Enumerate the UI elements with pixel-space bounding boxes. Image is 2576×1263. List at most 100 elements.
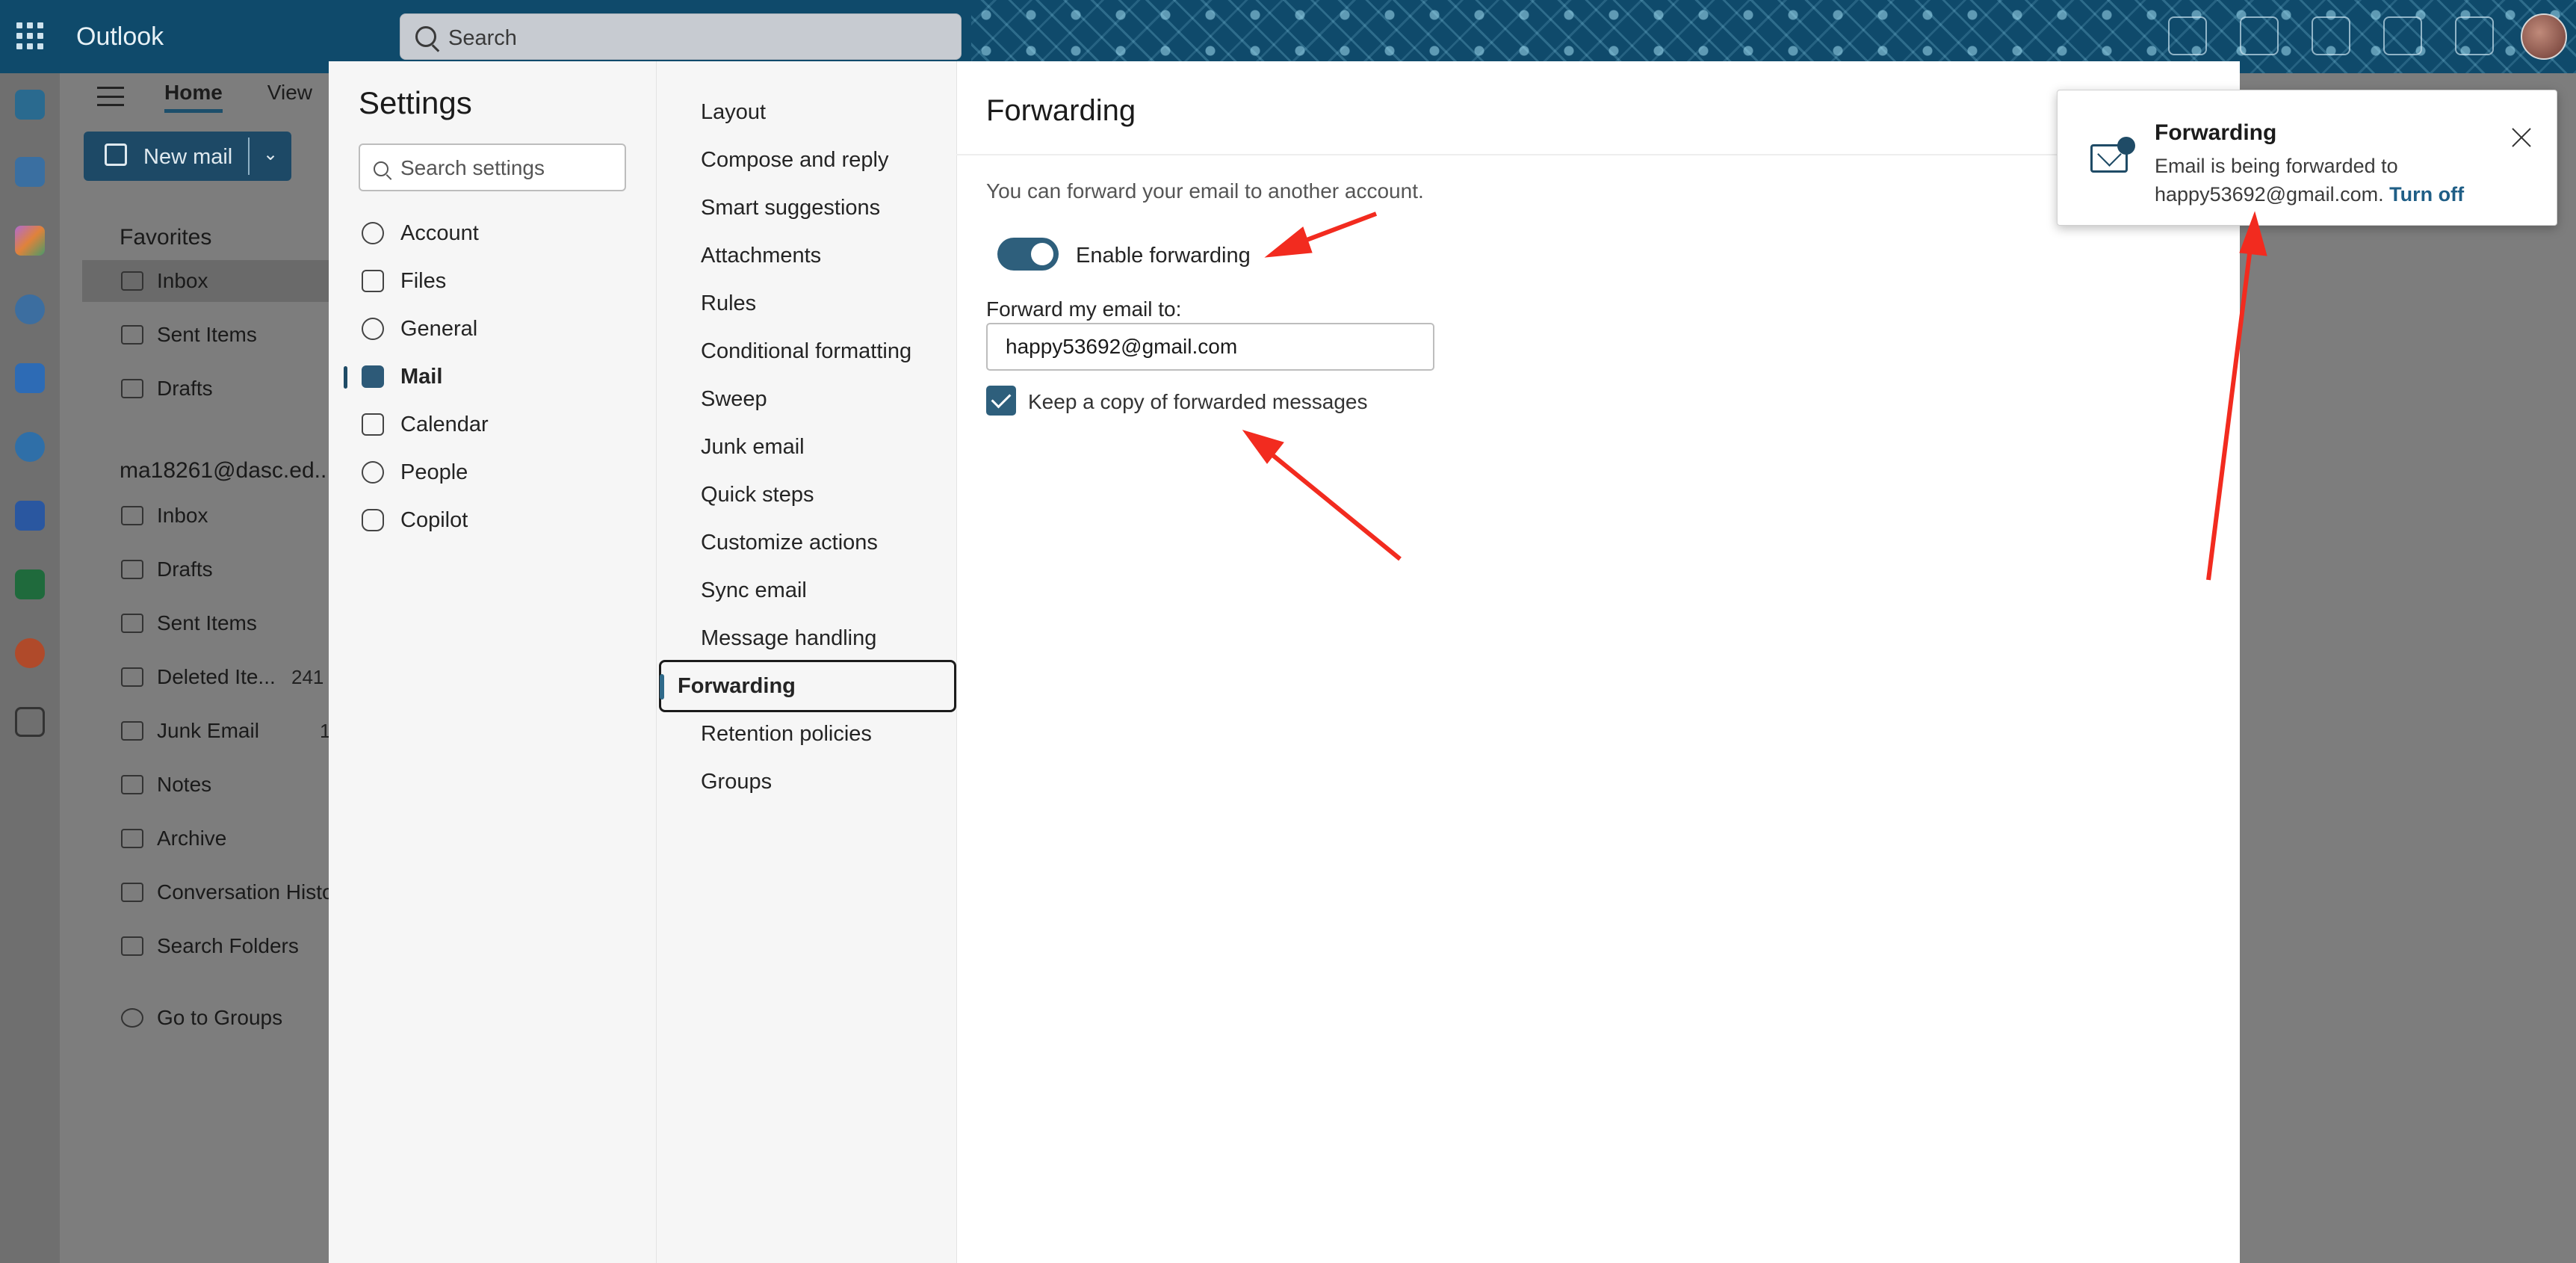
- category-label: Copilot: [400, 507, 468, 532]
- calendar-app-icon[interactable]: [15, 157, 45, 187]
- section-layout[interactable]: Layout: [678, 88, 974, 136]
- global-search-box[interactable]: Search: [400, 13, 962, 60]
- tab-view[interactable]: View: [267, 81, 312, 113]
- onenote-icon[interactable]: [2240, 16, 2279, 55]
- folder-label: Deleted Ite...: [157, 665, 276, 688]
- copilot-app-icon[interactable]: [15, 226, 45, 256]
- forward-badge-icon: [2117, 137, 2135, 155]
- toast-title: Forwarding: [2155, 120, 2277, 145]
- category-label: People: [400, 460, 468, 484]
- todo-icon[interactable]: [2312, 16, 2350, 55]
- chevron-down-icon[interactable]: ⌄: [263, 143, 278, 165]
- title-divider: [956, 154, 2240, 155]
- keep-copy-checkbox[interactable]: [986, 386, 1016, 416]
- word-app-icon[interactable]: [15, 501, 45, 531]
- section-sweep[interactable]: Sweep: [678, 375, 974, 423]
- junk-icon: [121, 721, 143, 741]
- more-apps-icon[interactable]: [15, 707, 45, 737]
- new-mail-button[interactable]: New mail ⌄: [84, 132, 291, 181]
- folder-conversation-history[interactable]: Conversation Histo: [82, 871, 336, 913]
- folder-favorites-drafts[interactable]: Drafts: [82, 368, 336, 410]
- keep-copy-label: Keep a copy of forwarded messages: [1028, 390, 1368, 413]
- section-attachments[interactable]: Attachments: [678, 232, 974, 280]
- section-groups[interactable]: Groups: [678, 758, 974, 806]
- category-mail[interactable]: Mail: [329, 354, 656, 399]
- section-junk-email[interactable]: Junk email: [678, 423, 974, 471]
- folder-search-folders[interactable]: Search Folders: [82, 925, 336, 967]
- settings-search-box[interactable]: [359, 143, 626, 191]
- groups-icon: [121, 1008, 143, 1028]
- todo-app-icon[interactable]: [15, 363, 45, 393]
- section-compose-and-reply[interactable]: Compose and reply: [678, 136, 974, 184]
- section-sync-email[interactable]: Sync email: [678, 566, 974, 614]
- settings-search-input[interactable]: [400, 155, 617, 181]
- toast-body: Email is being forwarded to happy53692@g…: [2155, 152, 2513, 209]
- ribbon-tabs: Home View: [164, 81, 312, 113]
- folder-junk-email[interactable]: Junk Email 1: [82, 710, 336, 752]
- section-message-handling[interactable]: Message handling: [678, 614, 974, 662]
- app-launcher-icon[interactable]: [16, 22, 43, 49]
- account-label: ma18261@dasc.ed...: [120, 458, 333, 483]
- inbox-icon: [121, 271, 143, 291]
- tab-home[interactable]: Home: [164, 81, 223, 113]
- section-quick-steps[interactable]: Quick steps: [678, 471, 974, 519]
- category-label: General: [400, 316, 478, 341]
- folder-favorites-inbox[interactable]: Inbox: [82, 260, 336, 302]
- category-copilot[interactable]: Copilot: [329, 498, 656, 543]
- folder-inbox[interactable]: Inbox: [82, 495, 336, 537]
- section-conditional-formatting[interactable]: Conditional formatting: [678, 327, 974, 375]
- forward-to-label: Forward my email to:: [986, 297, 1182, 321]
- favorites-group[interactable]: Favorites: [82, 217, 336, 259]
- onedrive-app-icon[interactable]: [15, 432, 45, 462]
- mail-app-icon[interactable]: [15, 90, 45, 120]
- go-to-groups-link[interactable]: Go to Groups: [82, 997, 336, 1039]
- category-calendar[interactable]: Calendar: [329, 402, 656, 447]
- folder-notes[interactable]: Notes: [82, 764, 336, 806]
- category-label: Files: [400, 268, 447, 293]
- bell-icon[interactable]: [2383, 16, 2422, 55]
- section-rules[interactable]: Rules: [678, 280, 974, 327]
- search-icon: [415, 26, 436, 47]
- powerpoint-app-icon[interactable]: [15, 638, 45, 668]
- forward-to-input[interactable]: [986, 323, 1434, 371]
- meet-now-icon[interactable]: [2168, 16, 2207, 55]
- forwarding-toast: Forwarding Email is being forwarded to h…: [2057, 90, 2557, 226]
- category-account[interactable]: Account: [329, 211, 656, 256]
- folder-sent-items[interactable]: Sent Items: [82, 602, 336, 644]
- forwarding-description: You can forward your email to another ac…: [986, 179, 1424, 203]
- people-app-icon[interactable]: [15, 294, 45, 324]
- settings-content-pane: [956, 61, 2240, 1263]
- avatar[interactable]: [2521, 13, 2567, 60]
- category-general[interactable]: General: [329, 306, 656, 351]
- excel-app-icon[interactable]: [15, 569, 45, 599]
- section-customize-actions[interactable]: Customize actions: [678, 519, 974, 566]
- close-icon[interactable]: [2509, 125, 2534, 150]
- file-icon: [362, 270, 384, 292]
- section-forwarding[interactable]: Forwarding: [659, 660, 956, 712]
- folder-label: Search Folders: [157, 934, 299, 957]
- category-files[interactable]: Files: [329, 259, 656, 303]
- search-folder-icon: [121, 936, 143, 956]
- folder-deleted-items[interactable]: Deleted Ite... 241: [82, 656, 336, 698]
- folder-icon: [121, 883, 143, 902]
- folder-archive[interactable]: Archive: [82, 818, 336, 859]
- enable-forwarding-toggle[interactable]: [997, 238, 1059, 271]
- folder-label: Sent Items: [157, 611, 257, 634]
- favorites-label: Favorites: [120, 225, 212, 250]
- category-people[interactable]: People: [329, 450, 656, 495]
- hamburger-menu-icon[interactable]: [97, 87, 124, 106]
- new-mail-label: New mail: [143, 145, 233, 169]
- section-retention-policies[interactable]: Retention policies: [678, 710, 974, 758]
- account-group[interactable]: ma18261@dasc.ed...: [82, 450, 336, 492]
- folder-label: Notes: [157, 773, 212, 796]
- turn-off-link[interactable]: Turn off: [2389, 183, 2464, 206]
- folder-label: Inbox: [157, 269, 208, 292]
- folder-drafts[interactable]: Drafts: [82, 549, 336, 590]
- enable-forwarding-label: Enable forwarding: [1076, 244, 1251, 268]
- gear-icon[interactable]: [2455, 16, 2494, 55]
- section-smart-suggestions[interactable]: Smart suggestions: [678, 184, 974, 232]
- folder-favorites-sent[interactable]: Sent Items: [82, 314, 336, 356]
- category-label: Mail: [400, 364, 443, 389]
- top-bar-actions: [2168, 16, 2576, 58]
- split-divider: [248, 138, 250, 175]
